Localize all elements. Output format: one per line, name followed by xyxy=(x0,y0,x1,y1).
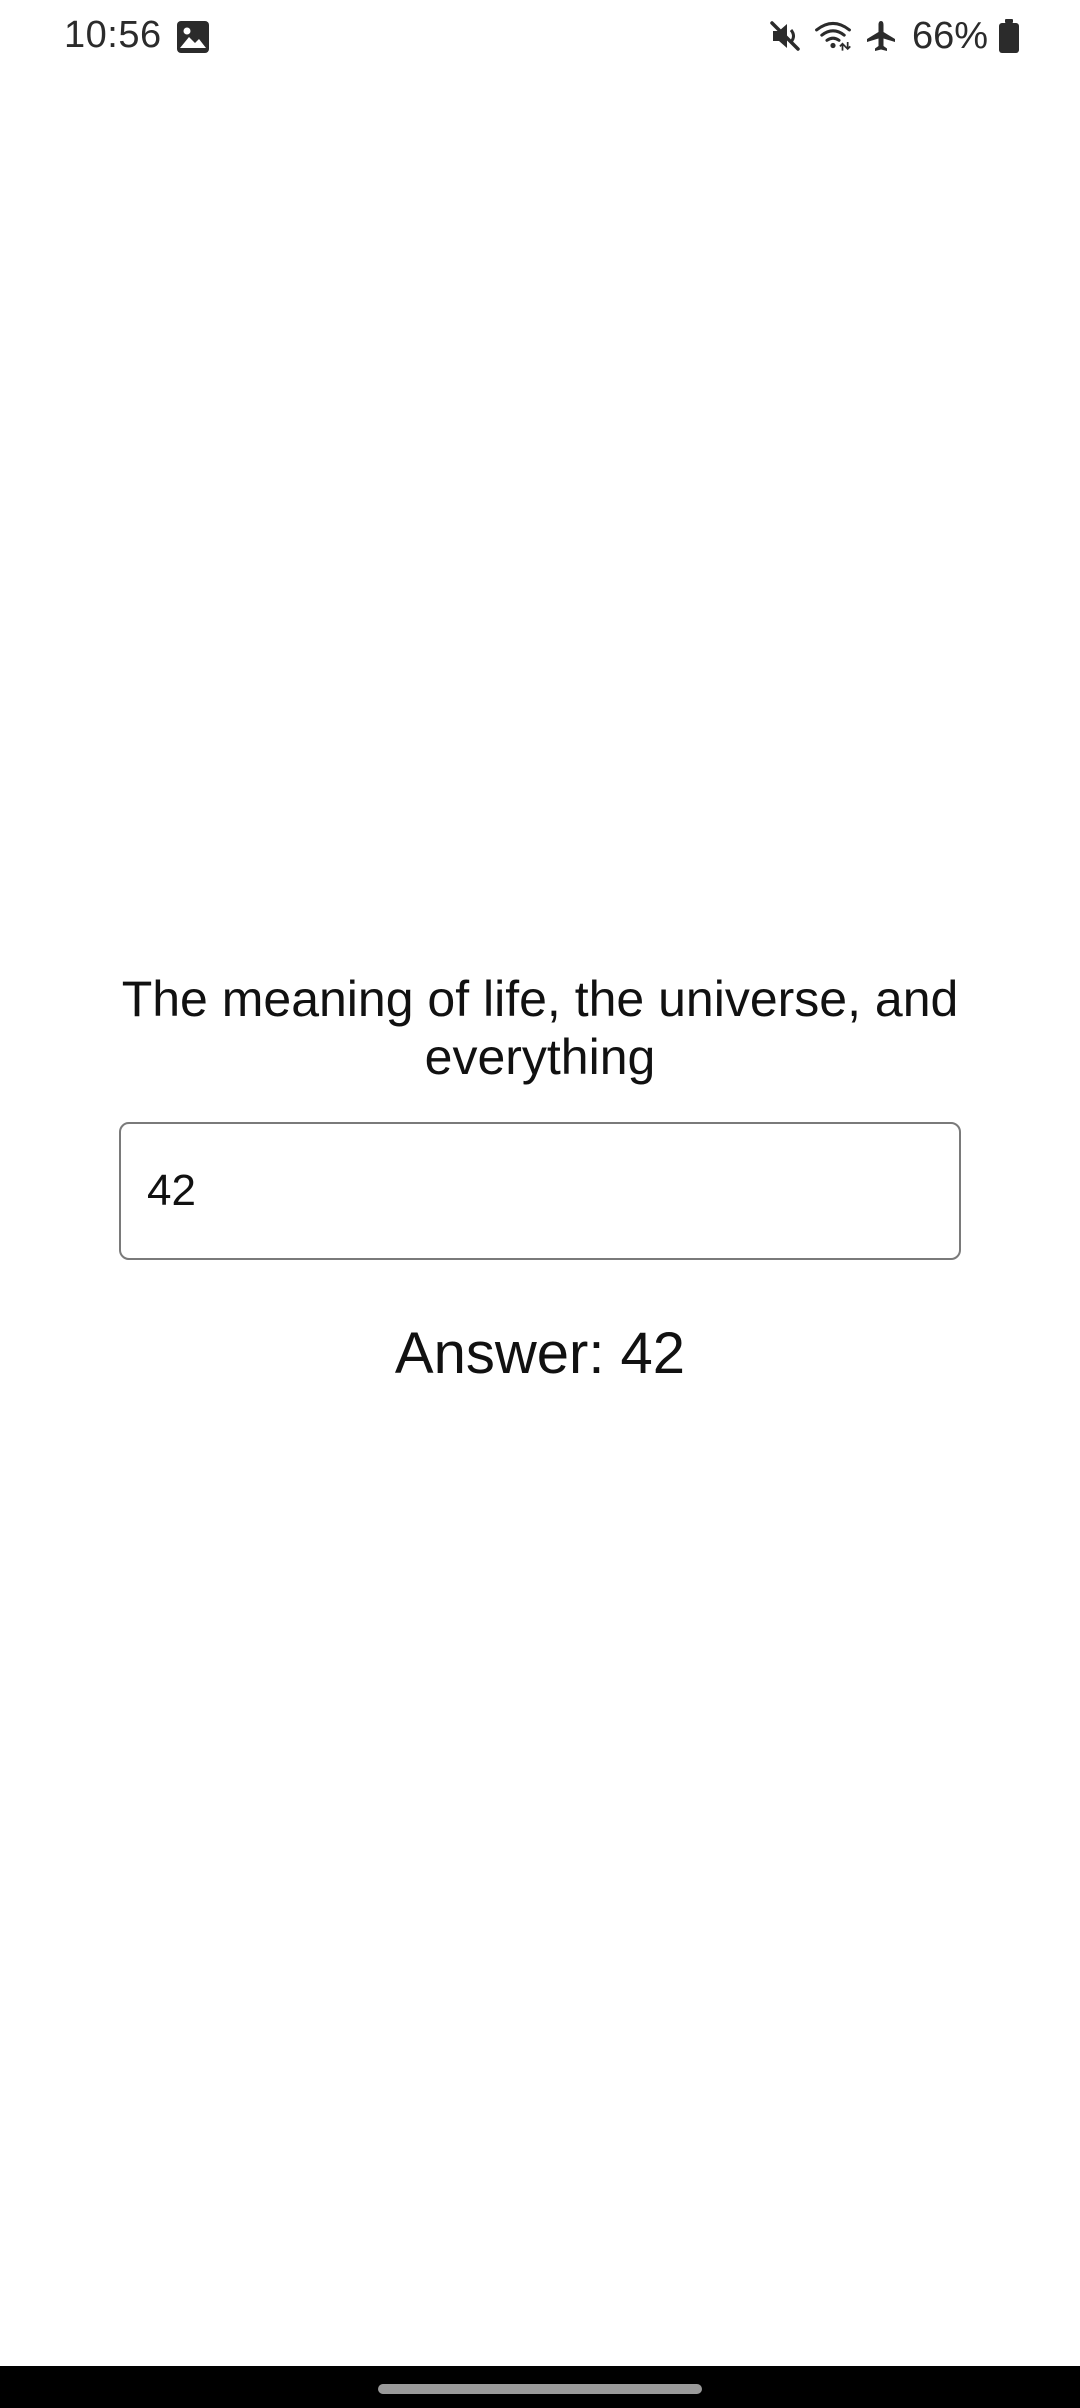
wifi-icon xyxy=(814,17,852,55)
gallery-icon xyxy=(176,20,210,54)
airplane-icon xyxy=(862,17,900,55)
battery-percent: 66% xyxy=(911,14,988,57)
status-icons: 66% xyxy=(766,12,1020,60)
app-screen: 10:56 66% The meaning of life, the unive… xyxy=(0,0,1080,2408)
battery-icon xyxy=(998,19,1020,53)
answer-input[interactable] xyxy=(119,1122,961,1260)
answer-label: Answer: 42 xyxy=(394,1321,686,1386)
question-heading: The meaning of life, the universe, and e… xyxy=(121,971,959,1085)
home-gesture-handle[interactable] xyxy=(378,2384,702,2394)
status-time: 10:56 xyxy=(64,14,162,56)
mute-icon xyxy=(766,17,804,55)
main-content: The meaning of life, the universe, and e… xyxy=(0,970,1080,1387)
status-bar: 10:56 66% xyxy=(0,0,1080,72)
navigation-bar xyxy=(0,2366,1080,2408)
